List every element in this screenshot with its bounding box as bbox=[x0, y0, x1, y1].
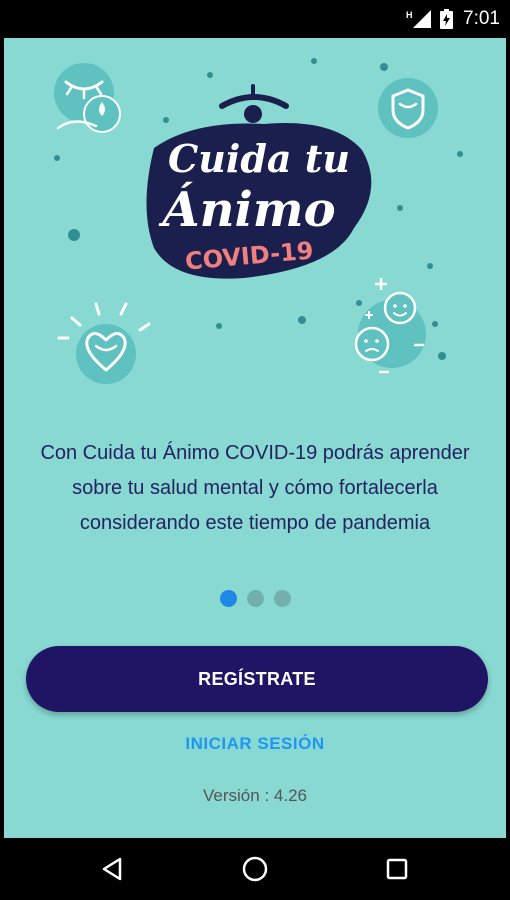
recents-icon[interactable] bbox=[380, 852, 414, 886]
mood-faces-icon bbox=[354, 278, 426, 374]
page-indicator bbox=[4, 590, 506, 607]
home-icon[interactable] bbox=[238, 852, 272, 886]
signal-icon: H bbox=[406, 10, 432, 28]
logo-line-1: Cuida tu bbox=[168, 136, 350, 181]
app-logo: Cuida tu Ánimo COVID-19 bbox=[146, 84, 372, 279]
heart-icon bbox=[57, 302, 151, 384]
page-indicator-dot-1[interactable] bbox=[219, 590, 237, 607]
status-bar: H 7:01 bbox=[0, 0, 510, 38]
shield-icon bbox=[378, 78, 438, 138]
register-button[interactable]: REGÍSTRATE bbox=[26, 646, 488, 712]
status-clock: 7:01 bbox=[463, 8, 500, 29]
page-indicator-dot-3[interactable] bbox=[273, 590, 291, 607]
login-link[interactable]: INICIAR SESIÓN bbox=[4, 734, 506, 754]
onboarding-illustration: Cuida tu Ánimo COVID-19 bbox=[54, 58, 463, 384]
onboarding-screen: Cuida tu Ánimo COVID-19 Con Cuida tu Áni… bbox=[4, 38, 506, 838]
sleepy-eye-icon bbox=[54, 63, 121, 133]
page-indicator-dot-2[interactable] bbox=[246, 590, 264, 607]
onboarding-message: Con Cuida tu Ánimo COVID-19 podrás apren… bbox=[40, 442, 470, 534]
network-type-label: H bbox=[406, 10, 413, 20]
navigation-bar bbox=[0, 838, 510, 900]
app-version: Versión : 4.26 bbox=[203, 786, 307, 805]
back-icon[interactable] bbox=[96, 852, 130, 886]
logo-line-2: Ánimo bbox=[158, 181, 335, 238]
battery-charging-icon bbox=[440, 9, 454, 29]
